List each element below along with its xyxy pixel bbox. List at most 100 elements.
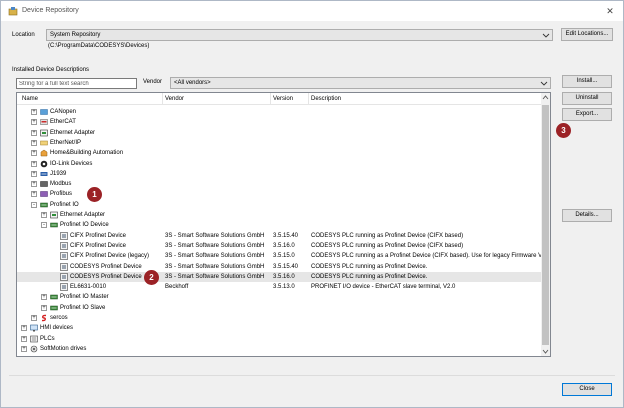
tree-row-hmi-devices[interactable]: + HMI devices [17, 323, 543, 333]
row-vendor: 3S - Smart Software Solutions GmbH [165, 273, 265, 280]
row-name: CIFX Profinet Device (legacy) [70, 253, 150, 260]
row-name: Ethernet Adapter [60, 212, 106, 218]
tree-row-codesys-profinet-device[interactable]: CODESYS Profinet Device 3S - Smart Softwa… [17, 262, 543, 272]
search-input[interactable] [17, 79, 136, 88]
installed-descriptions-label: Installed Device Descriptions [12, 67, 90, 73]
scroll-up-icon[interactable] [541, 93, 550, 102]
location-select[interactable]: System Repository [46, 29, 553, 41]
tree-row-j1939[interactable]: + J1939 [17, 169, 543, 179]
row-version: 3.5.15.40 [273, 263, 299, 270]
collapse-icon[interactable]: - [31, 201, 37, 208]
expand-icon[interactable]: + [41, 294, 47, 301]
row-name: Home&Building Automation [50, 150, 124, 157]
row-vendor: 3S - Smart Software Solutions GmbH [165, 263, 265, 270]
install-button[interactable]: Install... [562, 75, 612, 88]
profinet-icon [50, 223, 58, 228]
column-header: Name Vendor Version Description [17, 93, 550, 105]
device-icon [60, 242, 68, 250]
tree-row-el6631-0010[interactable]: EL6631-0010 Beckhoff 3.5.13.0 PROFINET I/O … [17, 282, 543, 292]
expand-icon[interactable]: + [31, 181, 37, 188]
tree-row-cifx-profinet-device[interactable]: CIFX Profinet Device 3S - Smart Software … [17, 231, 543, 241]
export-button[interactable]: Export... [562, 108, 612, 121]
scroll-down-icon[interactable] [541, 347, 550, 356]
row-name: CODESYS Profinet Device [70, 263, 142, 270]
row-name: Modbus [50, 181, 72, 188]
row-name: CODESYS Profinet Device [70, 273, 142, 280]
expand-icon[interactable]: + [41, 212, 47, 218]
tree-row-codesys-profinet-device[interactable]: CODESYS Profinet Device 3S - Smart Softwa… [17, 271, 543, 283]
expand-icon[interactable]: + [31, 119, 37, 126]
uninstall-button[interactable]: Uninstall [562, 92, 612, 105]
footer-divider [9, 375, 615, 376]
expand-icon[interactable]: + [21, 325, 27, 332]
profinet-icon [50, 295, 58, 300]
chevron-down-icon [540, 81, 548, 86]
tree-row-profinet-io-device[interactable]: - Profinet IO Device [17, 220, 543, 230]
tree-row-cifx-profinet-device-legacy[interactable]: CIFX Profinet Device (legacy) 3S - Smart … [17, 251, 550, 261]
tree-row-canopen[interactable]: + CANopen [17, 107, 543, 117]
tree-row-profinet-io-master[interactable]: + Profinet IO Master [17, 292, 543, 302]
window-title: Device Repository [22, 7, 79, 14]
vertical-scrollbar[interactable] [541, 93, 550, 356]
column-vendor[interactable]: Vendor [165, 96, 184, 102]
tree-row-io-link-devices[interactable]: + IO-Link Devices [17, 159, 543, 169]
device-repository-icon [8, 7, 18, 16]
tree-row-ethernet-ip[interactable]: + EtherNet/IP [17, 138, 543, 148]
vendor-value: <All vendors> [174, 80, 211, 86]
tree-row-ethernet-adapter[interactable]: + Ethernet Adapter [17, 210, 543, 220]
row-name: Ethernet Adapter [50, 129, 96, 136]
j1939-icon [40, 171, 48, 176]
iolink-icon [40, 160, 48, 167]
tree-row-softmotion-drives[interactable]: + SoftMotion drives [17, 344, 543, 354]
device-tree-list[interactable]: Name Vendor Version Description + CANopen… [16, 92, 551, 357]
edit-locations-button[interactable]: Edit Locations... [561, 28, 613, 41]
expand-icon[interactable]: + [21, 345, 27, 352]
row-vendor: 3S - Smart Software Solutions GmbH [165, 232, 265, 239]
profinet-icon [50, 305, 58, 310]
row-name: EL6631-0010 [70, 284, 107, 291]
row-name: sercos [50, 315, 68, 321]
expand-icon[interactable]: + [31, 109, 37, 115]
close-icon[interactable]: ✕ [603, 4, 617, 18]
tree-row-profinet-io-slave[interactable]: + Profinet IO Slave [17, 303, 543, 313]
vendor-select[interactable]: <All vendors> [170, 77, 551, 89]
expand-icon[interactable]: + [41, 304, 47, 311]
column-name[interactable]: Name [22, 96, 38, 102]
column-version[interactable]: Version [273, 96, 293, 102]
tree-row-home-building-automation[interactable]: + Home&Building Automation [17, 148, 543, 158]
row-name: CIFX Profinet Device [70, 232, 127, 239]
close-button[interactable]: Close [562, 383, 612, 396]
tree-row-ethercat[interactable]: + EtherCAT [17, 117, 543, 127]
vendor-label: Vendor [143, 79, 163, 85]
row-name: CIFX Profinet Device [70, 242, 127, 249]
expand-icon[interactable]: + [31, 315, 37, 321]
expand-icon[interactable]: + [31, 139, 37, 146]
expand-icon[interactable]: + [31, 160, 37, 167]
tree-row-plcs[interactable]: + PLCs [17, 334, 543, 344]
row-description: CODESYS PLC running as Profinet Device (… [311, 242, 464, 249]
profibus-icon [40, 191, 48, 198]
adapter-icon [40, 129, 48, 136]
column-description[interactable]: Description [311, 96, 341, 102]
collapse-icon[interactable]: - [41, 222, 47, 229]
row-name: IO-Link Devices [50, 160, 93, 167]
row-name: Profibus [50, 191, 73, 198]
scroll-thumb[interactable] [542, 105, 549, 345]
device-repository-window: Device Repository ✕ Location System Repo… [0, 0, 624, 408]
device-icon [60, 252, 68, 260]
expand-icon[interactable]: + [31, 150, 37, 157]
row-name: Profinet IO [50, 201, 79, 208]
details-button[interactable]: Details... [562, 209, 612, 222]
search-field[interactable] [16, 78, 137, 89]
location-value: System Repository [50, 32, 101, 38]
row-name: Profinet IO Master [60, 294, 109, 301]
device-icon [60, 262, 68, 271]
tree-row-cifx-profinet-device[interactable]: CIFX Profinet Device 3S - Smart Software … [17, 241, 543, 251]
tree-row-ethernet-adapter[interactable]: + Ethernet Adapter [17, 128, 543, 138]
expand-icon[interactable]: + [31, 191, 37, 198]
expand-icon[interactable]: + [31, 129, 37, 136]
tree-row-sercos[interactable]: + sercos [17, 313, 543, 323]
expand-icon[interactable]: + [21, 335, 27, 342]
expand-icon[interactable]: + [31, 170, 37, 177]
device-icon [60, 231, 68, 240]
